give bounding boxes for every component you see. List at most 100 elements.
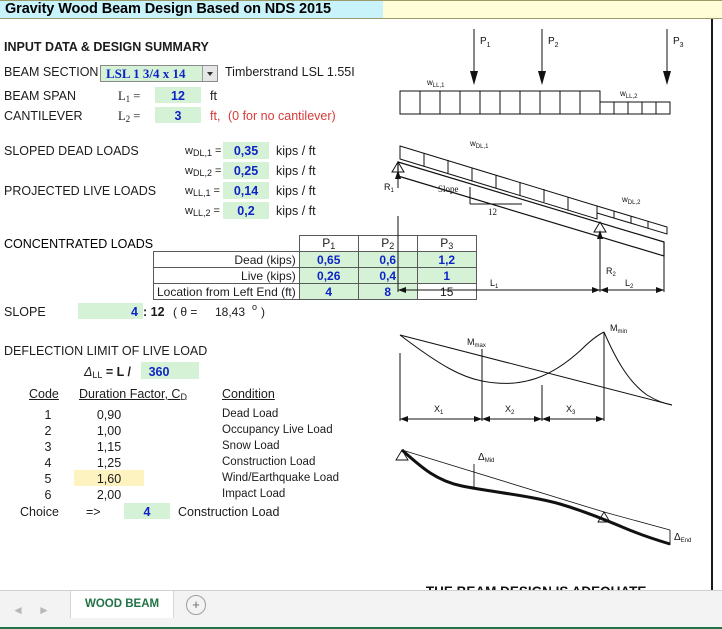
beam-span-label: BEAM SPAN <box>4 89 77 103</box>
projected-live-loads-label: PROJECTED LIVE LOADS <box>4 184 157 198</box>
mmax-label: Mmax <box>467 337 486 349</box>
duration-factor-4: 1,25 <box>96 456 122 470</box>
slope-label: SLOPE <box>4 305 46 319</box>
wll2-diagram-label: wLL,2 <box>619 89 638 100</box>
duration-factor-2: 1,00 <box>96 424 122 438</box>
dead-p1-cell[interactable]: 0,65 <box>298 251 359 268</box>
slope-run-text: : 12 <box>143 305 165 319</box>
duration-header-factor: Duration Factor, CD <box>79 387 187 402</box>
concentrated-loads-title: CONCENTRATED LOADS <box>4 237 154 251</box>
cantilever-note: (0 for no cantilever) <box>228 109 336 123</box>
wll2-value: 0,2 <box>237 204 255 218</box>
wll1-symbol: wLL,1 = <box>185 185 220 198</box>
mmin-label: Mmin <box>610 323 627 335</box>
wdl1-value: 0,35 <box>233 144 259 158</box>
beam-section-value: LSL 1 3/4 x 14 <box>106 66 186 81</box>
next-sheet-icon[interactable]: ► <box>32 602 56 618</box>
sheet-tab-bar: ◄ ► WOOD BEAM + <box>0 590 722 629</box>
duration-factor-6: 2,00 <box>96 488 122 502</box>
cantilever-symbol: L2 = <box>118 109 141 124</box>
choice-arrow: => <box>86 505 101 519</box>
duration-condition-6: Impact Load <box>222 488 286 500</box>
beam-span-unit: ft <box>210 89 217 103</box>
deflection-heading: DEFLECTION LIMIT OF LIVE LOAD <box>4 344 208 358</box>
duration-code-2: 2 <box>44 424 52 438</box>
p3-label: P3 <box>673 36 684 49</box>
duration-code-5: 5 <box>44 472 52 486</box>
duration-condition-1: Dead Load <box>222 408 279 420</box>
live-p1-cell[interactable]: 0,26 <box>298 267 359 284</box>
wdl1-unit: kips / ft <box>276 144 316 158</box>
input-data-heading: INPUT DATA & DESIGN SUMMARY <box>4 40 209 54</box>
header-p1: P1 <box>298 235 359 252</box>
wdl2-diagram-label: wDL,2 <box>621 195 641 206</box>
sheet-nav-arrows: ◄ ► <box>6 602 72 618</box>
spreadsheet-window: Gravity Wood Beam Design Based on NDS 20… <box>0 0 722 629</box>
wdl1-symbol: wDL,1 = <box>185 145 222 158</box>
beam-span-symbol: L1 = <box>118 89 141 104</box>
slope-theta-value: 18,43 <box>215 305 246 319</box>
wll2-symbol: wLL,2 = <box>185 205 220 218</box>
row-label-live: Live (kips) <box>153 267 300 284</box>
p2-label: P2 <box>548 36 559 49</box>
duration-factor-1: 0,90 <box>96 408 122 422</box>
worksheet-canvas: INPUT DATA & DESIGN SUMMARY BEAM SECTION… <box>0 19 713 599</box>
location-p1-cell[interactable]: 4 <box>298 283 359 300</box>
l1-dimension-label: L1 <box>490 278 499 290</box>
choice-value: 4 <box>143 505 151 519</box>
wdl2-unit: kips / ft <box>276 164 316 178</box>
duration-condition-3: Snow Load <box>222 440 280 452</box>
chevron-down-icon[interactable] <box>202 66 217 81</box>
duration-header-code: Code <box>29 387 59 401</box>
duration-header-condition: Condition <box>222 387 275 401</box>
duration-code-4: 4 <box>44 456 52 470</box>
slope-rise-value: 4 <box>131 305 138 319</box>
cantilever-unit: ft, <box>210 109 221 123</box>
slope-diagram-label: Slope <box>438 184 459 194</box>
wll1-diagram-label: wLL,1 <box>426 78 445 89</box>
sloped-beam-diagram: wDL,1 wDL,2 R1 R2 Slope 12 L1 L2 <box>384 139 668 293</box>
duration-factor-3: 1,15 <box>96 440 122 454</box>
beam-section-label: BEAM SECTION <box>4 65 99 79</box>
deflection-limit-value: 360 <box>148 365 170 379</box>
duration-code-6: 6 <box>44 488 52 502</box>
x1-dimension-label: X1 <box>434 404 444 416</box>
slope-theta-suffix: ) <box>261 305 265 319</box>
row-label-location: Location from Left End (ft) <box>153 283 300 300</box>
p1-label: P1 <box>480 36 491 49</box>
duration-code-1: 1 <box>44 408 52 422</box>
prev-sheet-icon[interactable]: ◄ <box>6 602 30 618</box>
beam-section-dropdown[interactable]: LSL 1 3/4 x 14 <box>100 65 218 82</box>
moment-diagram: Mmax Mmin X1 X2 X3 <box>399 323 673 422</box>
beam-section-note: Timberstrand LSL 1.55I <box>225 65 355 79</box>
wdl2-value: 0,25 <box>233 164 259 178</box>
r1-label: R1 <box>384 182 395 194</box>
sheet-tab-wood-beam[interactable]: WOOD BEAM <box>70 591 175 618</box>
slope-theta-prefix: ( θ = <box>173 305 198 319</box>
add-sheet-icon[interactable]: + <box>186 595 206 615</box>
delta-mid-label: ΔMid <box>478 452 494 464</box>
l2-dimension-label: L2 <box>625 278 634 290</box>
x2-dimension-label: X2 <box>505 404 515 416</box>
wll1-unit: kips / ft <box>276 184 316 198</box>
page-title: Gravity Wood Beam Design Based on NDS 20… <box>5 1 331 17</box>
wll1-value: 0,14 <box>233 184 259 198</box>
duration-condition-5: Wind/Earthquake Load <box>222 472 339 484</box>
choice-condition: Construction Load <box>178 505 280 519</box>
sloped-dead-loads-label: SLOPED DEAD LOADS <box>4 144 139 158</box>
duration-condition-2: Occupancy Live Load <box>222 424 333 436</box>
delta-end-label: ΔEnd <box>674 532 691 544</box>
deflection-symbol: ΔLL = L / <box>84 365 132 380</box>
slope-degree-symbol: o <box>252 302 258 312</box>
r2-label: R2 <box>606 266 617 278</box>
row-label-dead: Dead (kips) <box>153 251 300 268</box>
wdl1-diagram-label: wDL,1 <box>469 139 489 150</box>
cantilever-label: CANTILEVER <box>4 109 83 123</box>
choice-label: Choice <box>20 505 59 519</box>
sheet-title-row: Gravity Wood Beam Design Based on NDS 20… <box>0 0 722 19</box>
beam-span-value: 12 <box>171 89 185 103</box>
wll2-unit: kips / ft <box>276 204 316 218</box>
duration-condition-4: Construction Load <box>222 456 316 468</box>
duration-factor-5: 1,60 <box>96 472 122 486</box>
duration-code-3: 3 <box>44 440 52 454</box>
